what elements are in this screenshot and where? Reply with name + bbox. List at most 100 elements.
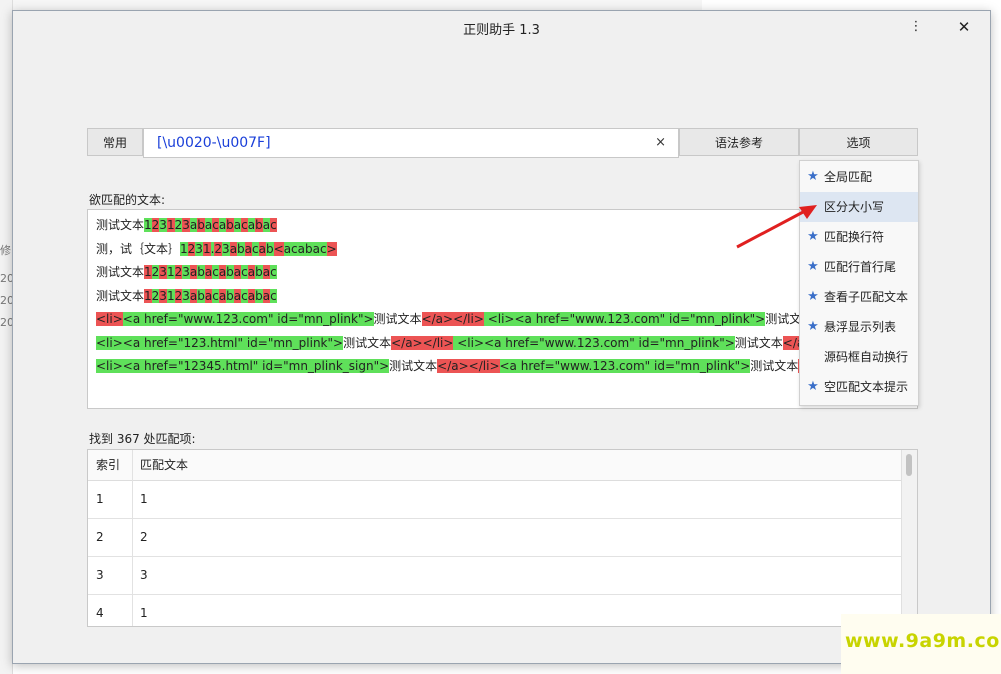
unmatched-text: 测试文本 <box>750 359 799 373</box>
match-highlight: 1 <box>166 218 175 232</box>
source-text-line: 测试文本123123abacabacabac <box>96 285 277 307</box>
option-item-label: 全局匹配 <box>824 170 873 184</box>
regex-input-value: [\u0020-\u007F] <box>157 135 271 151</box>
row-match-text: 2 <box>140 530 148 544</box>
row-match-text: 1 <box>140 492 148 506</box>
table-row[interactable]: 41 <box>88 594 903 626</box>
clear-icon[interactable]: × <box>655 135 666 150</box>
match-highlight: c <box>252 241 259 256</box>
match-highlight: c <box>241 265 248 279</box>
match-highlight: 1 <box>166 288 175 303</box>
match-highlight: 3 <box>182 265 190 279</box>
row-index: 1 <box>96 492 104 506</box>
match-highlight: c <box>212 265 219 279</box>
option-item-label: 空匹配文本提示 <box>824 380 909 394</box>
syntax-reference-button[interactable]: 语法参考 <box>679 128 799 156</box>
match-highlight: a <box>262 265 271 279</box>
match-highlight: 1 <box>144 218 152 232</box>
match-highlight: c <box>270 265 277 279</box>
match-highlight: c <box>212 288 219 303</box>
unmatched-text: 测试文本 <box>96 218 145 232</box>
regex-input[interactable]: [\u0020-\u007F] × <box>143 128 679 158</box>
match-highlight: 1 <box>202 241 211 256</box>
scrollbar-thumb[interactable] <box>906 454 912 476</box>
unmatched-text: 测试文本 <box>734 335 783 350</box>
match-highlight: c <box>241 288 248 303</box>
option-item[interactable]: ★ 空匹配文本提示 <box>800 372 918 402</box>
results-header: 索引 匹配文本 <box>88 450 903 481</box>
watermark: www.9a9m.com <box>841 614 1001 674</box>
unmatched-text: 测试文本 <box>373 312 422 326</box>
match-highlight: <li><a href="12345.html" id="mn_plink_si… <box>96 359 390 373</box>
row-match-text: 3 <box>140 568 148 582</box>
unmatched-text: 测试文本 <box>389 359 438 373</box>
background-fragment: 修 <box>0 244 11 257</box>
column-header-index[interactable]: 索引 <box>96 450 120 480</box>
options-button[interactable]: 选项 <box>799 128 918 156</box>
match-highlight: c <box>241 218 248 232</box>
more-menu-icon[interactable]: ⋮ <box>902 15 930 39</box>
match-highlight: c <box>270 288 277 303</box>
star-check-icon: ★ <box>807 289 819 304</box>
star-check-icon: ★ <box>807 319 819 334</box>
match-highlight: b <box>255 288 263 303</box>
star-check-icon: ★ <box>807 259 819 274</box>
option-item-label: 匹配行首行尾 <box>824 260 897 274</box>
match-highlight: 3 <box>222 241 230 256</box>
table-row[interactable]: 11 <box>88 480 903 519</box>
watermark-text: www.9a9m.com <box>845 630 1001 652</box>
unmatched-text: 测试文本 <box>96 265 145 279</box>
match-highlight: 1 <box>144 288 152 303</box>
option-item[interactable]: ★ 匹配行首行尾 <box>800 252 918 282</box>
match-highlight: c <box>212 218 219 232</box>
match-highlight: 3 <box>159 288 167 303</box>
results-scrollbar[interactable] <box>901 450 917 626</box>
match-highlight: 3 <box>182 288 190 303</box>
option-item-label: 查看子匹配文本 <box>824 290 909 304</box>
star-check-icon: ★ <box>807 169 819 184</box>
match-highlight: b <box>255 265 263 279</box>
match-highlight: 1 <box>144 265 152 279</box>
match-highlight: 3 <box>182 218 190 232</box>
match-highlight: a <box>262 288 271 303</box>
match-count-label: 找到 367 处匹配项: <box>89 432 196 446</box>
match-highlight: </a></li> <box>421 312 484 326</box>
option-item-label: 源码框自动换行 <box>824 350 909 364</box>
row-index: 3 <box>96 568 104 582</box>
unmatched-text: 测试文本 <box>343 335 392 350</box>
match-highlight: <li><a href="www.123.com" id="mn_plink"> <box>483 312 766 326</box>
row-index: 4 <box>96 606 104 620</box>
unmatched-text: 测，试｛文本｝ <box>96 241 181 256</box>
match-highlight: 2 <box>214 241 223 256</box>
unmatched-text: 测试文本 <box>96 288 145 303</box>
results-table: 索引 匹配文本 11223341 <box>87 449 918 627</box>
match-highlight: <li> <box>96 312 123 326</box>
option-item-label: 悬浮显示列表 <box>824 320 897 334</box>
source-text-line: 测试文本123123abacabacabac <box>96 261 277 283</box>
close-button[interactable]: ✕ <box>950 15 978 39</box>
table-row[interactable]: 22 <box>88 518 903 557</box>
table-row[interactable]: 33 <box>88 556 903 595</box>
match-highlight: acabac <box>283 241 327 256</box>
option-item[interactable]: ★ 查看子匹配文本 <box>800 282 918 312</box>
source-text-line: <li><a href="www.123.com" id="mn_plink">… <box>96 308 835 330</box>
match-highlight: b <box>197 218 205 232</box>
match-highlight: <li><a href="www.123.com" id="mn_plink"> <box>453 335 735 350</box>
option-item[interactable]: 源码框自动换行 <box>800 342 918 372</box>
common-patterns-button[interactable]: 常用 <box>87 128 143 156</box>
regex-helper-dialog: 正则助手 1.3 ⋮ ✕ 常用 [\u0020-\u007F] × 语法参考 选… <box>12 10 991 664</box>
match-highlight: < <box>273 241 284 256</box>
match-highlight: 3 <box>195 241 203 256</box>
match-highlight: c <box>270 218 277 232</box>
match-highlight: <a href="www.123.com" id="mn_plink"> <box>499 359 751 373</box>
match-highlight: 3 <box>159 265 167 279</box>
column-header-match[interactable]: 匹配文本 <box>140 450 188 480</box>
title-bar: 正则助手 1.3 ⋮ ✕ <box>13 11 990 43</box>
match-highlight: a <box>258 241 266 256</box>
source-text-label: 欲匹配的文本: <box>89 193 166 207</box>
option-item[interactable]: ★ 悬浮显示列表 <box>800 312 918 342</box>
option-item[interactable]: ★ 全局匹配 <box>800 162 918 192</box>
match-highlight: </a></li> <box>437 359 500 373</box>
pointer-arrow <box>736 205 817 249</box>
option-item-label: 匹配换行符 <box>824 230 885 244</box>
